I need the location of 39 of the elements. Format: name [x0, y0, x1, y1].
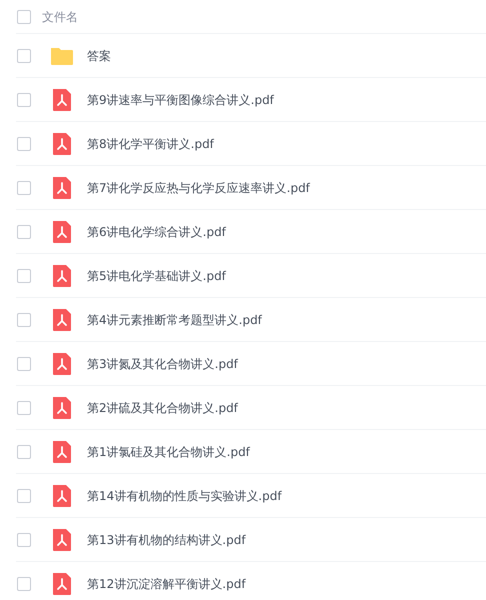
file-name[interactable]: 第2讲硫及其化合物讲义.pdf	[87, 398, 238, 416]
file-name[interactable]: 第14讲有机物的性质与实验讲义.pdf	[87, 486, 282, 504]
checkbox[interactable]	[17, 488, 31, 502]
pdf-icon	[50, 132, 74, 156]
file-name[interactable]: 第13讲有机物的结构讲义.pdf	[87, 530, 246, 548]
checkbox[interactable]	[17, 532, 31, 546]
pdf-icon	[50, 308, 74, 332]
checkbox[interactable]	[17, 576, 31, 590]
checkbox[interactable]	[17, 400, 31, 414]
checkbox[interactable]	[17, 312, 31, 326]
checkbox[interactable]	[17, 224, 31, 238]
pdf-icon	[50, 528, 74, 552]
pdf-icon	[50, 176, 74, 200]
checkbox[interactable]	[17, 10, 31, 24]
file-name[interactable]: 第3讲氮及其化合物讲义.pdf	[87, 354, 238, 372]
file-name[interactable]: 第1讲氯硅及其化合物讲义.pdf	[87, 442, 250, 460]
checkbox[interactable]	[17, 180, 31, 194]
pdf-icon	[50, 484, 74, 508]
checkbox[interactable]	[17, 92, 31, 106]
checkbox[interactable]	[17, 356, 31, 370]
file-name[interactable]: 答案	[87, 46, 111, 64]
file-name[interactable]: 第8讲化学平衡讲义.pdf	[87, 134, 214, 152]
file-name[interactable]: 第5讲电化学基础讲义.pdf	[87, 266, 226, 284]
pdf-icon	[50, 440, 74, 464]
pdf-icon	[50, 220, 74, 244]
checkbox[interactable]	[17, 268, 31, 282]
checkbox[interactable]	[17, 136, 31, 150]
pdf-icon	[50, 352, 74, 376]
pdf-icon	[50, 88, 74, 112]
file-name[interactable]: 第6讲电化学综合讲义.pdf	[87, 222, 226, 240]
pdf-icon	[50, 396, 74, 420]
checkbox[interactable]	[17, 48, 31, 62]
file-name[interactable]: 第9讲速率与平衡图像综合讲义.pdf	[87, 90, 274, 108]
file-name[interactable]: 第4讲元素推断常考题型讲义.pdf	[87, 310, 262, 328]
pdf-icon	[50, 572, 74, 596]
checkbox[interactable]	[17, 444, 31, 458]
pdf-icon	[50, 264, 74, 288]
file-name[interactable]: 第12讲沉淀溶解平衡讲义.pdf	[87, 574, 246, 592]
file-name[interactable]: 第7讲化学反应热与化学反应速率讲义.pdf	[87, 178, 310, 196]
